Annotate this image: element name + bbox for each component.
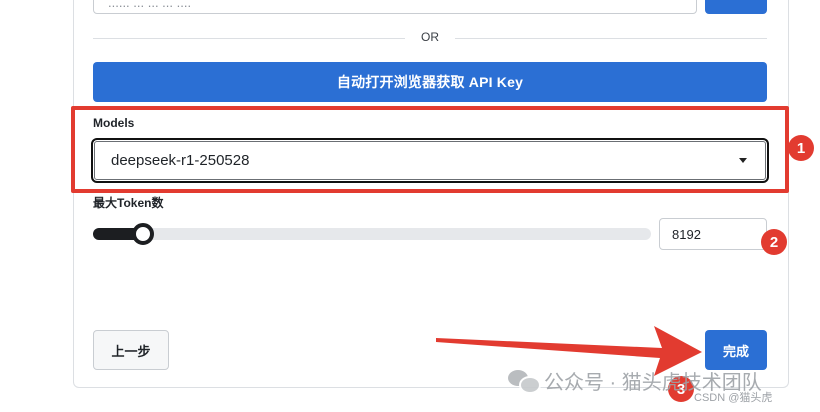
max-token-label: 最大Token数 <box>93 196 164 210</box>
wechat-icon <box>508 368 541 394</box>
finish-button[interactable]: 完成 <box>705 330 767 370</box>
max-token-slider[interactable] <box>93 223 651 245</box>
divider-line-right <box>455 38 767 39</box>
max-token-input[interactable] <box>659 218 767 250</box>
step-badge-1: 1 <box>788 135 814 161</box>
confirm-button[interactable] <box>705 0 767 14</box>
slider-thumb[interactable] <box>132 223 154 245</box>
or-label: OR <box>421 30 439 44</box>
step-badge-2: 2 <box>761 229 787 255</box>
models-label: Models <box>93 116 135 130</box>
caret-down-icon <box>739 158 747 163</box>
or-divider: OR <box>93 28 767 48</box>
api-key-input[interactable]: ...... ... ... ... .... <box>93 0 697 14</box>
model-select[interactable]: deepseek-r1-250528 <box>91 138 769 183</box>
auto-get-api-key-button[interactable]: 自动打开浏览器获取 API Key <box>93 62 767 102</box>
model-select-value: deepseek-r1-250528 <box>111 152 250 169</box>
previous-step-button[interactable]: 上一步 <box>93 330 169 370</box>
csdn-watermark: CSDN @猫头虎 <box>694 392 773 404</box>
